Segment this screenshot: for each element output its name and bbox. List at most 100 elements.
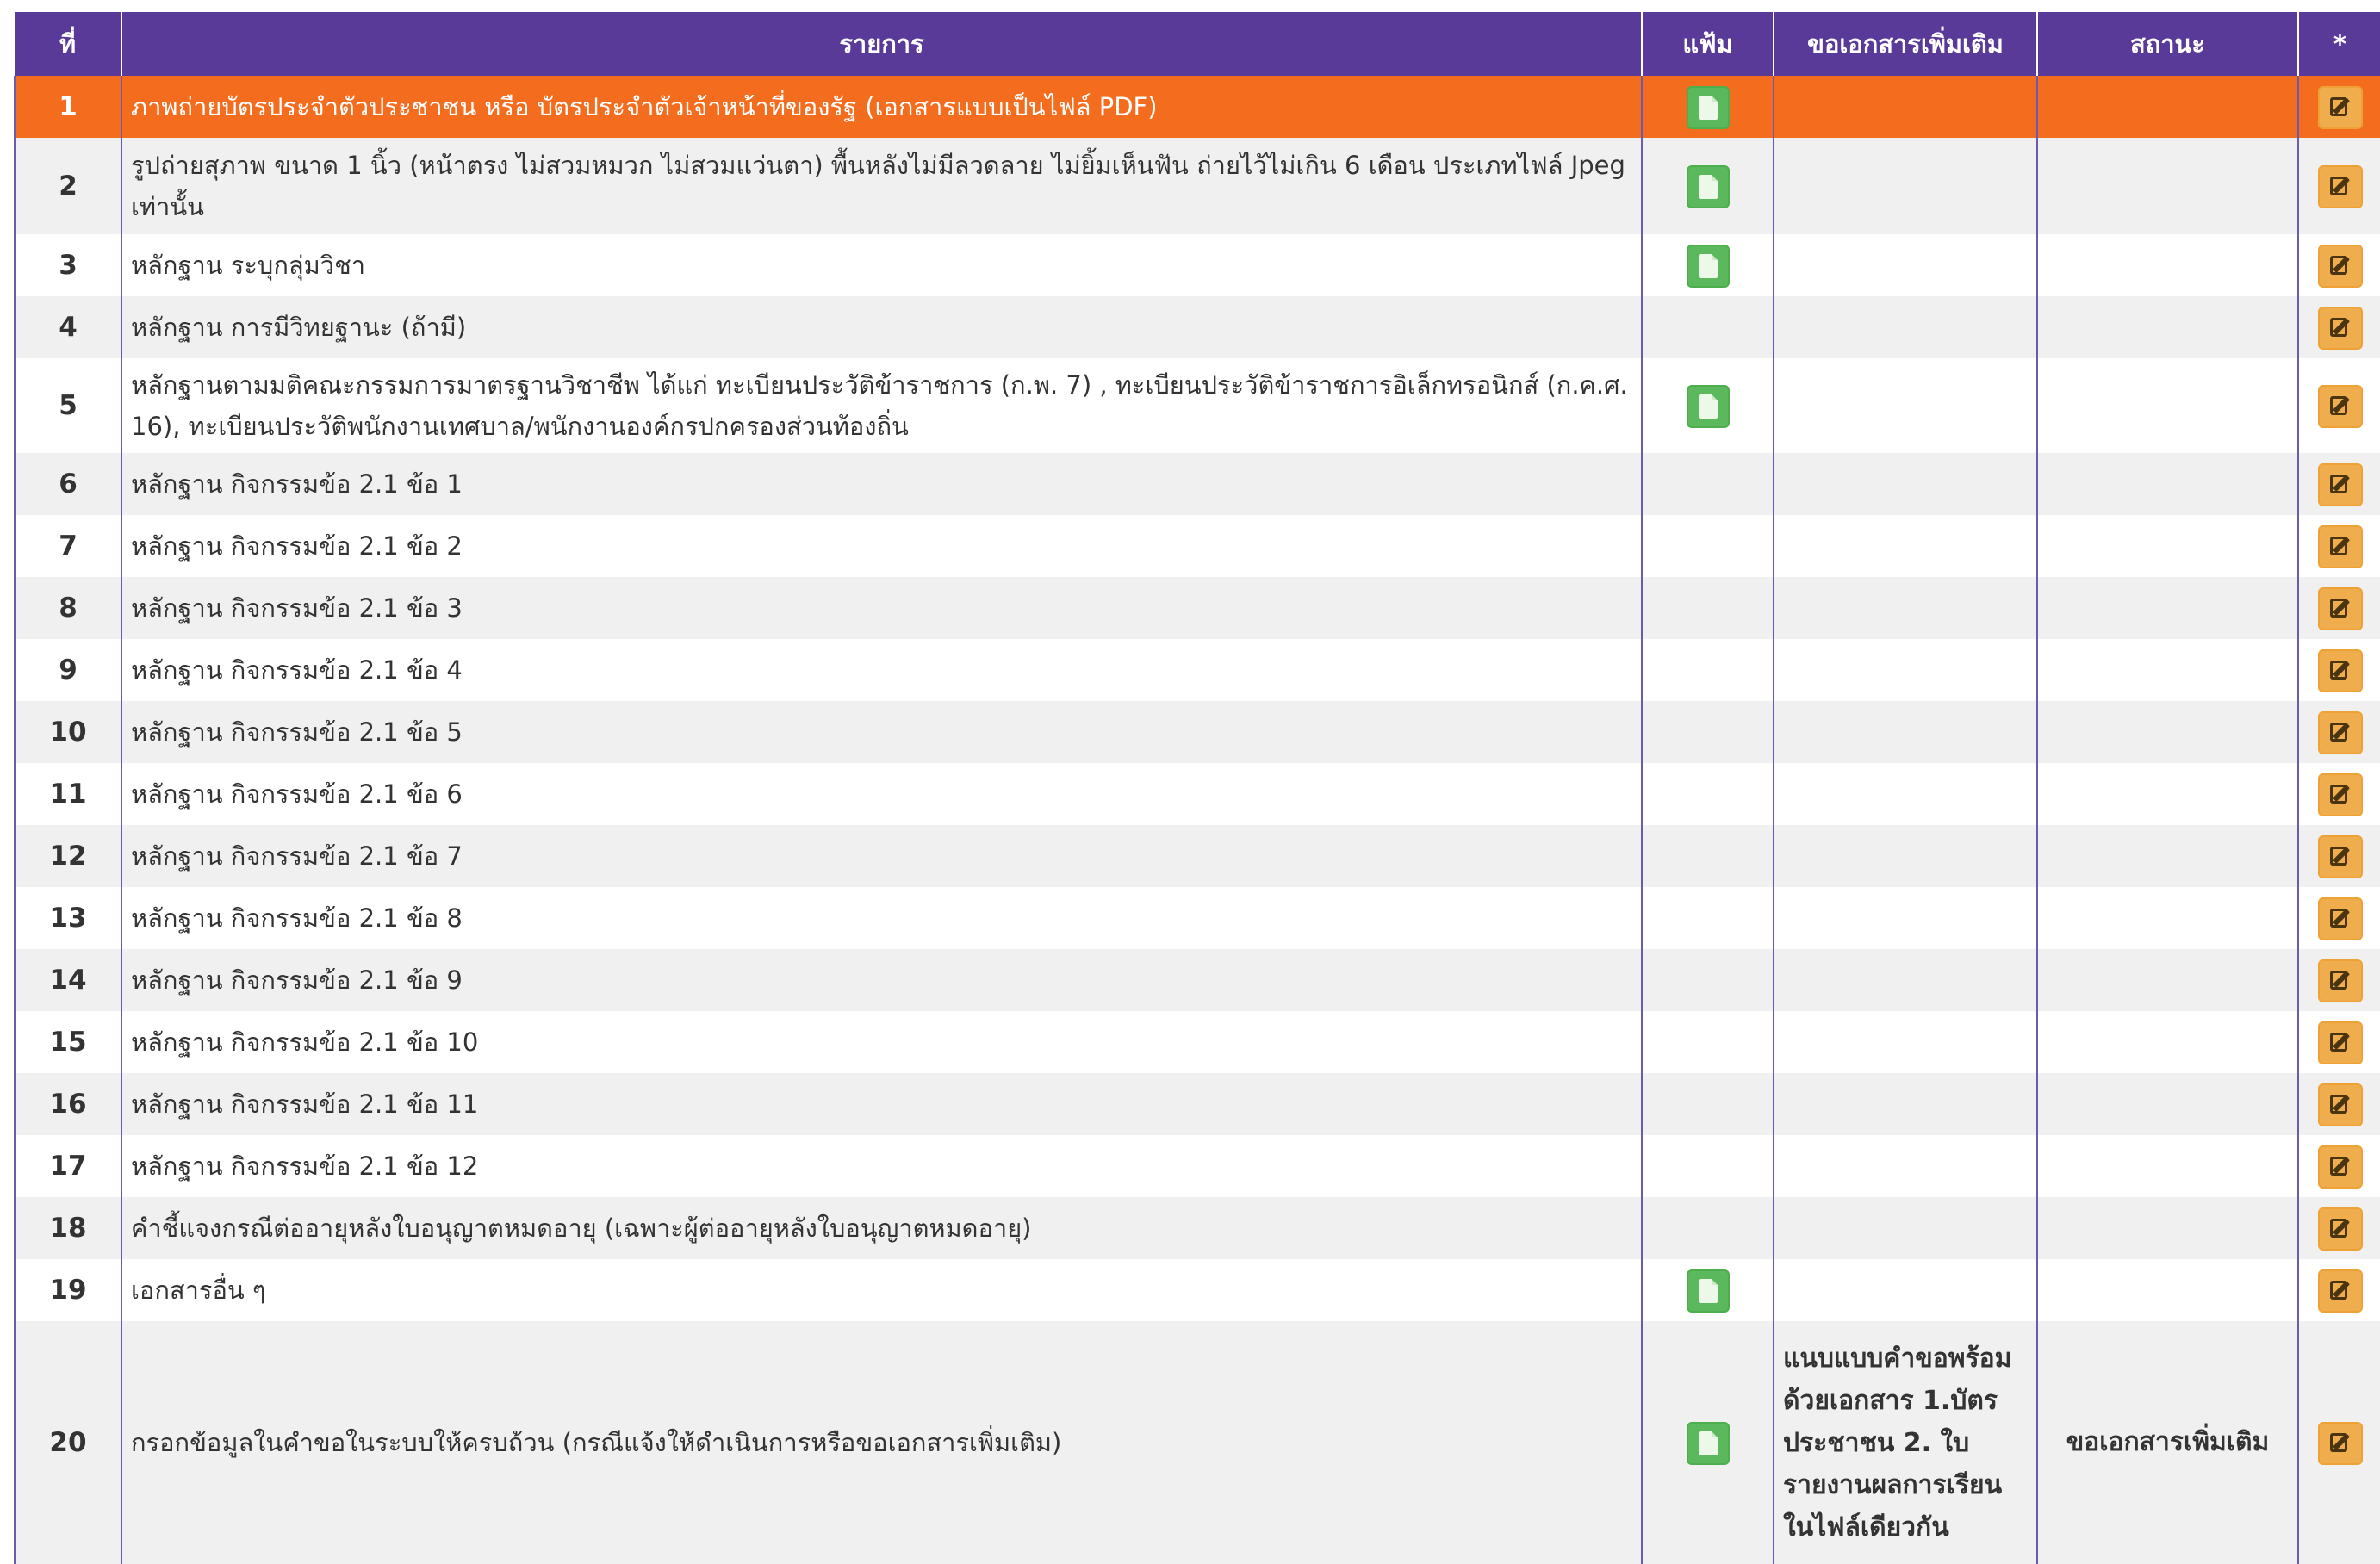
edit-button[interactable] — [2317, 244, 2363, 288]
row-status: ขอเอกสารเพิ่มเติม — [2036, 1321, 2299, 1564]
edit-button[interactable] — [2317, 1021, 2363, 1064]
row-request-text — [1773, 515, 2038, 577]
table-row: 1 ภาพถ่ายบัตรประจำตัวประชาชน หรือ บัตรประ… — [14, 76, 2380, 138]
row-number: 10 — [14, 701, 122, 763]
row-file-cell — [1641, 825, 1774, 887]
row-item-label: หลักฐาน ระบุกลุ่มวิชา — [121, 234, 1643, 296]
row-number: 16 — [14, 1073, 122, 1135]
row-request-text: แนบแบบคำขอพร้อมด้วยเอกสาร 1.บัตรประชาชน … — [1773, 1321, 2038, 1564]
row-number: 3 — [14, 234, 122, 296]
row-request-text — [1773, 949, 2038, 1011]
row-item-label: หลักฐาน กิจกรรมข้อ 2.1 ข้อ 4 — [121, 639, 1643, 701]
table-row: 19 เอกสารอื่น ๆ — [14, 1259, 2380, 1321]
table-row: 3 หลักฐาน ระบุกลุ่มวิชา — [14, 234, 2380, 296]
row-status — [2036, 358, 2299, 453]
row-number: 11 — [14, 763, 122, 825]
edit-button[interactable] — [2317, 1421, 2363, 1465]
table-row: 14 หลักฐาน กิจกรรมข้อ 2.1 ข้อ 9 — [14, 949, 2380, 1011]
row-file-cell — [1641, 949, 1774, 1011]
row-request-text — [1773, 763, 2038, 825]
row-status — [2036, 1073, 2299, 1135]
edit-button[interactable] — [2317, 835, 2363, 878]
row-number: 19 — [14, 1259, 122, 1321]
edit-button[interactable] — [2317, 649, 2363, 692]
row-action-cell — [2297, 1321, 2380, 1564]
edit-button[interactable] — [2317, 384, 2363, 428]
row-file-cell — [1641, 1197, 1774, 1259]
table-row: 15 หลักฐาน กิจกรรมข้อ 2.1 ข้อ 10 — [14, 1011, 2380, 1073]
file-icon — [1698, 1431, 1718, 1455]
view-file-button[interactable] — [1686, 1421, 1730, 1465]
row-action-cell — [2297, 701, 2380, 763]
row-file-cell — [1641, 453, 1774, 515]
row-file-cell — [1641, 701, 1774, 763]
row-number: 9 — [14, 639, 122, 701]
edit-button[interactable] — [2317, 306, 2363, 350]
row-status — [2036, 515, 2299, 577]
edit-button[interactable] — [2317, 773, 2363, 816]
row-file-cell — [1641, 515, 1774, 577]
row-request-text — [1773, 453, 2038, 515]
view-file-button[interactable] — [1686, 244, 1730, 288]
edit-button[interactable] — [2317, 1207, 2363, 1251]
edit-button[interactable] — [2317, 164, 2363, 208]
edit-button[interactable] — [2317, 711, 2363, 754]
row-action-cell — [2297, 453, 2380, 515]
row-status — [2036, 639, 2299, 701]
header-request: ขอเอกสารเพิ่มเติม — [1774, 12, 2038, 76]
row-status — [2036, 1197, 2299, 1259]
table-row: 17 หลักฐาน กิจกรรมข้อ 2.1 ข้อ 12 — [14, 1135, 2380, 1197]
row-item-label: หลักฐาน กิจกรรมข้อ 2.1 ข้อ 9 — [121, 949, 1643, 1011]
view-file-button[interactable] — [1686, 384, 1730, 428]
view-file-button[interactable] — [1686, 1269, 1730, 1313]
row-request-text — [1773, 577, 2038, 639]
table-row: 16 หลักฐาน กิจกรรมข้อ 2.1 ข้อ 11 — [14, 1073, 2380, 1135]
row-item-label: หลักฐาน กิจกรรมข้อ 2.1 ข้อ 2 — [121, 515, 1643, 577]
row-item-label: กรอกข้อมูลในคำขอในระบบให้ครบถ้วน (กรณีแจ… — [121, 1321, 1643, 1564]
edit-button[interactable] — [2317, 462, 2363, 506]
row-number: 14 — [14, 949, 122, 1011]
edit-button[interactable] — [2317, 524, 2363, 568]
row-number: 1 — [14, 76, 122, 138]
edit-button[interactable] — [2317, 586, 2363, 630]
row-file-cell — [1641, 577, 1774, 639]
row-status — [2036, 234, 2299, 296]
edit-button[interactable] — [2317, 85, 2363, 129]
edit-button[interactable] — [2317, 1269, 2363, 1313]
file-icon — [1698, 174, 1718, 199]
row-item-label: เอกสารอื่น ๆ — [121, 1259, 1643, 1321]
row-file-cell — [1641, 887, 1774, 949]
row-request-text — [1773, 825, 2038, 887]
edit-button[interactable] — [2317, 1145, 2363, 1189]
edit-button[interactable] — [2317, 897, 2363, 940]
row-action-cell — [2297, 639, 2380, 701]
table-row: 7 หลักฐาน กิจกรรมข้อ 2.1 ข้อ 2 — [14, 515, 2380, 577]
row-file-cell — [1641, 296, 1774, 358]
row-request-text — [1773, 639, 2038, 701]
row-item-label: หลักฐาน กิจกรรมข้อ 2.1 ข้อ 5 — [121, 701, 1643, 763]
view-file-button[interactable] — [1686, 85, 1730, 129]
edit-button[interactable] — [2317, 1083, 2363, 1126]
row-number: 12 — [14, 825, 122, 887]
table-row: 10 หลักฐาน กิจกรรมข้อ 2.1 ข้อ 5 — [14, 701, 2380, 763]
row-status — [2036, 1011, 2299, 1073]
row-item-label: หลักฐาน กิจกรรมข้อ 2.1 ข้อ 3 — [121, 577, 1643, 639]
row-file-cell — [1641, 234, 1774, 296]
row-action-cell — [2297, 1073, 2380, 1135]
row-request-text — [1773, 1073, 2038, 1135]
row-status — [2036, 296, 2299, 358]
header-status: สถานะ — [2037, 12, 2299, 76]
row-status — [2036, 577, 2299, 639]
row-action-cell — [2297, 1197, 2380, 1259]
row-file-cell — [1641, 763, 1774, 825]
row-action-cell — [2297, 1011, 2380, 1073]
row-number: 20 — [14, 1321, 122, 1564]
row-number: 7 — [14, 515, 122, 577]
table-row: 13 หลักฐาน กิจกรรมข้อ 2.1 ข้อ 8 — [14, 887, 2380, 949]
row-status — [2036, 1259, 2299, 1321]
row-item-label: หลักฐานตามมติคณะกรรมการมาตรฐานวิชาชีพ ได… — [121, 358, 1643, 453]
header-item: รายการ — [121, 12, 1643, 76]
table-row: 11 หลักฐาน กิจกรรมข้อ 2.1 ข้อ 6 — [14, 763, 2380, 825]
view-file-button[interactable] — [1686, 164, 1730, 208]
edit-button[interactable] — [2317, 959, 2363, 1002]
